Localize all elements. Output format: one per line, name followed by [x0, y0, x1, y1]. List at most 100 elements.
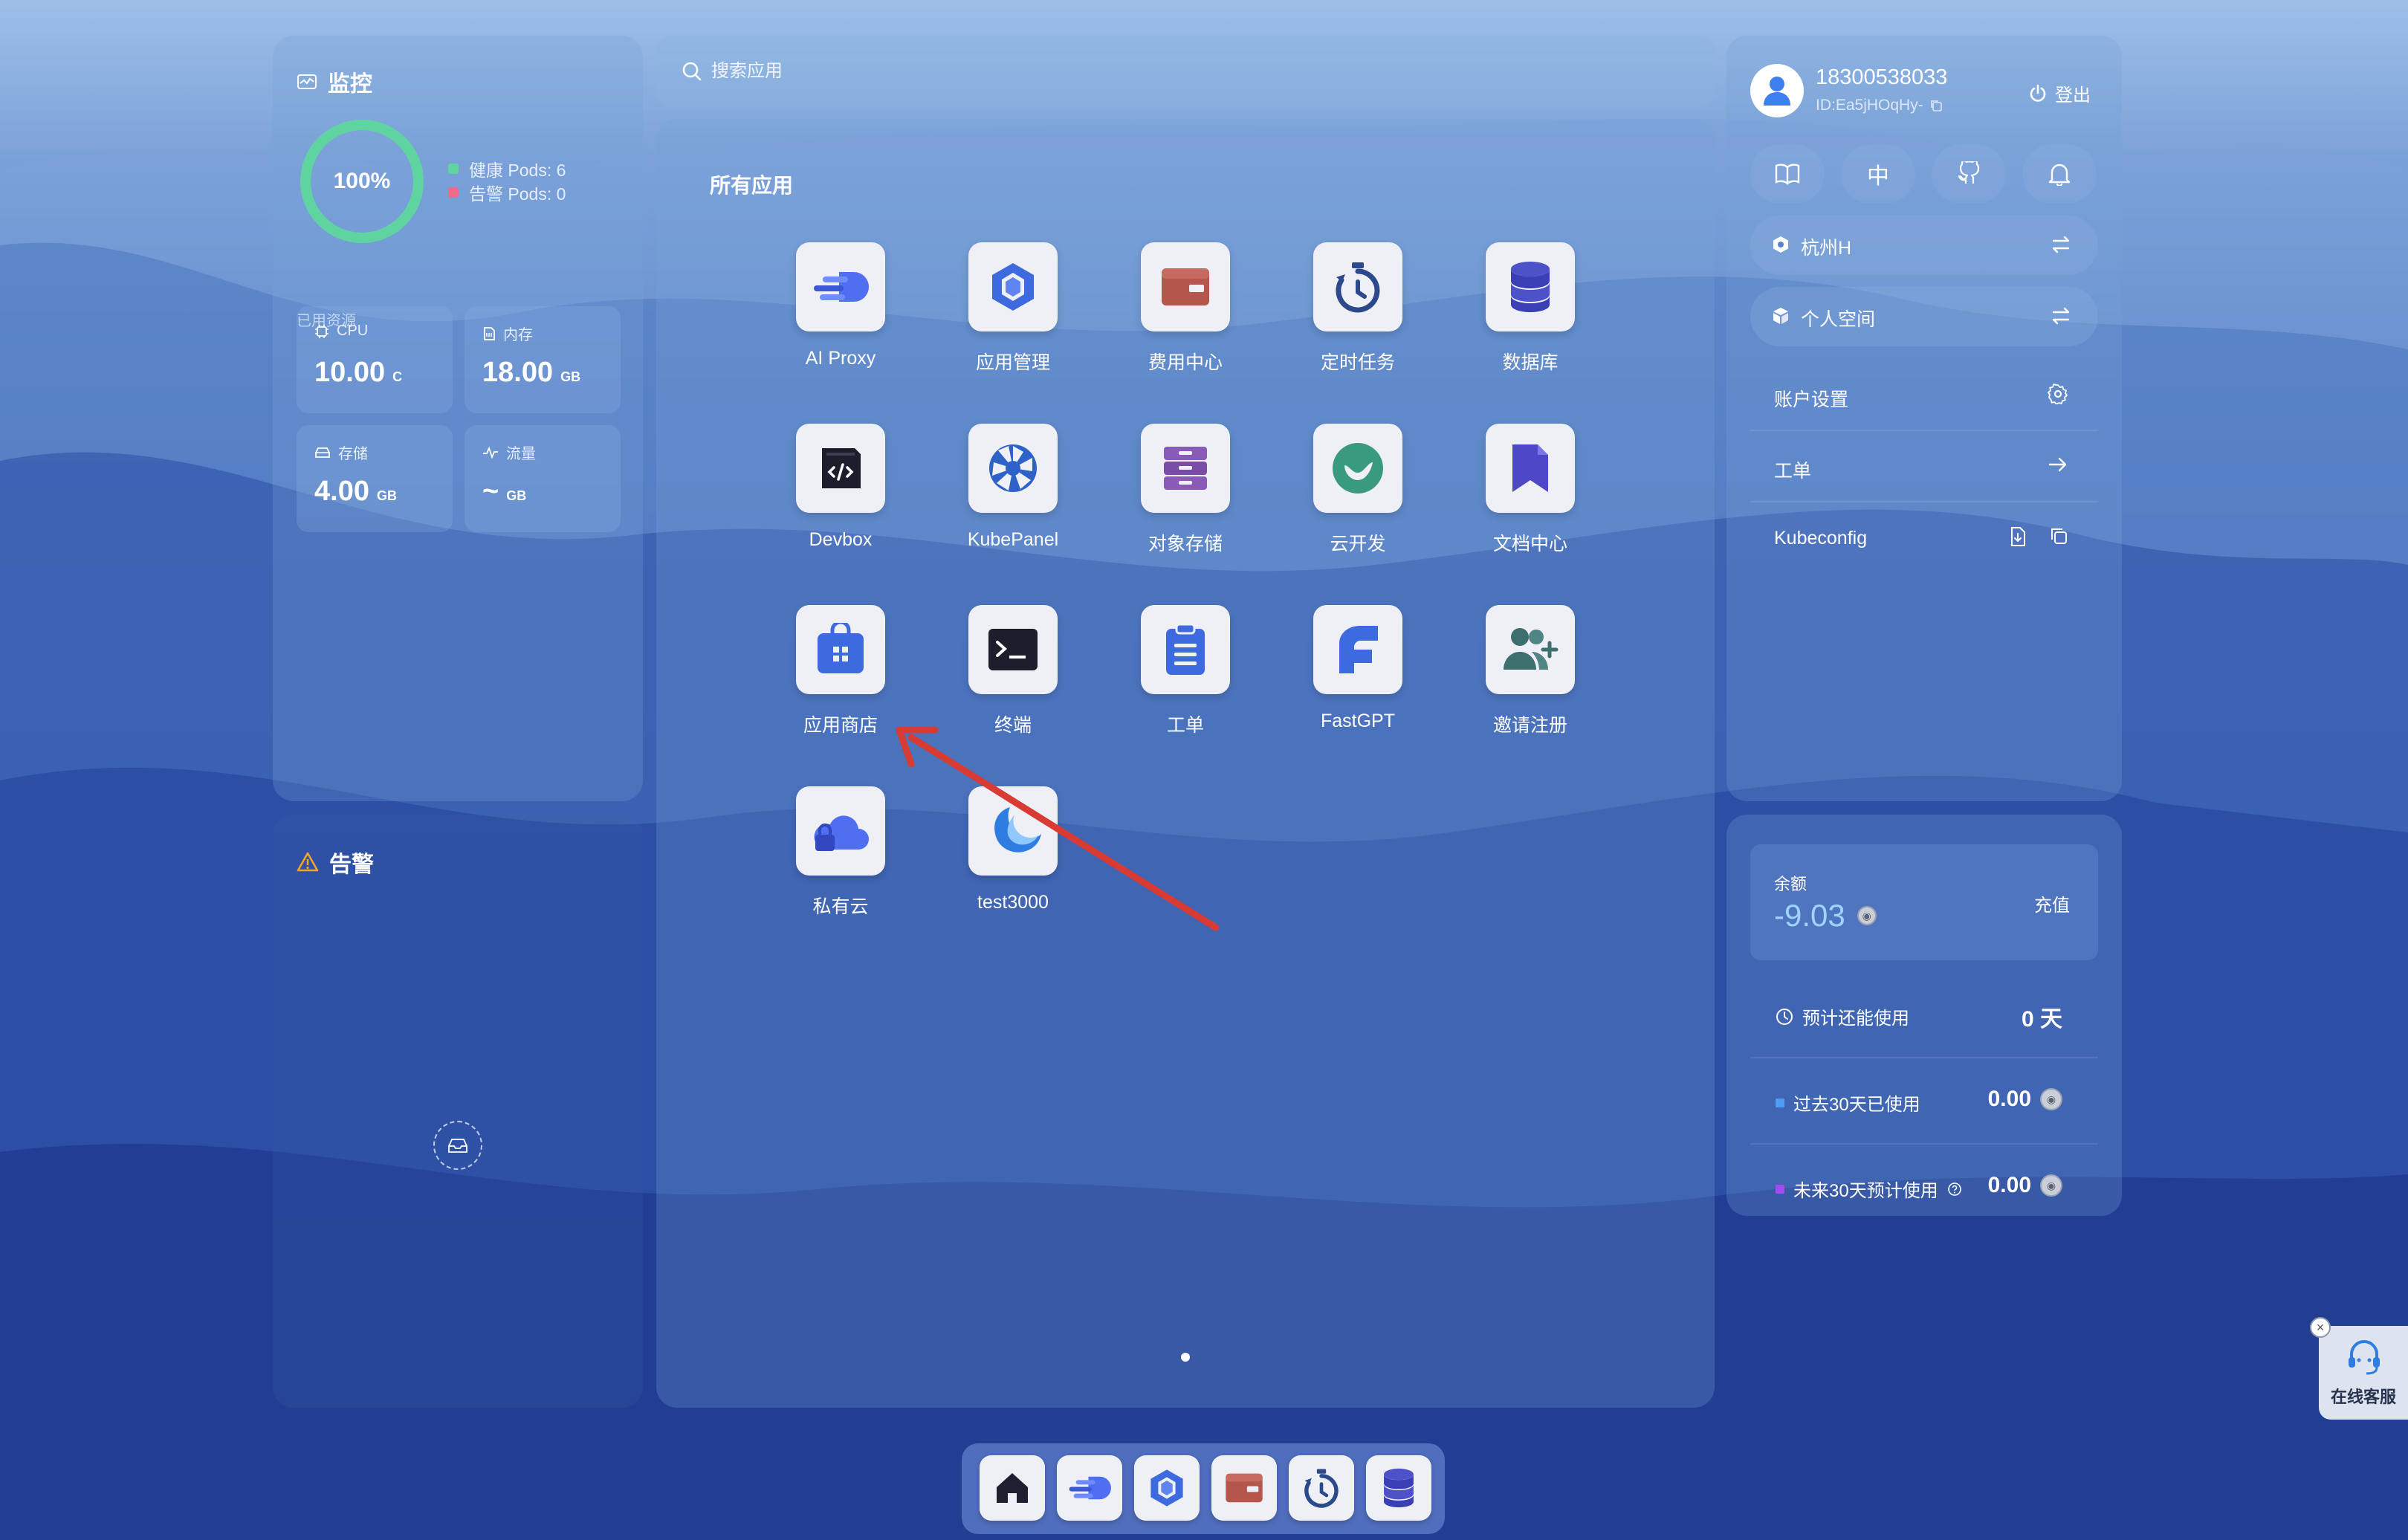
app-store-icon: [796, 605, 885, 694]
monitor-title: 监控: [297, 65, 372, 98]
online-support-button[interactable]: 在线客服: [2319, 1326, 2408, 1420]
app-cloud-dev[interactable]: 云开发: [1272, 424, 1444, 587]
app-devbox[interactable]: Devbox: [754, 424, 927, 587]
private-cloud-icon: [796, 786, 885, 876]
healthy-dot: [448, 164, 459, 174]
docs-icon: [1486, 424, 1575, 513]
balance-card: 余额 -9.03 ◉ 充值: [1750, 844, 2098, 960]
switch-icon: [2051, 306, 2071, 326]
alert-dot: [448, 187, 459, 198]
user-panel: 18300538033 ID:Ea5jHOqHy- 登出 中 杭州H 个人空间 …: [1726, 36, 2122, 801]
kubeconfig-row: Kubeconfig: [1750, 502, 2098, 574]
power-icon: [2028, 84, 2048, 103]
app-terminal[interactable]: 终端: [927, 605, 1099, 769]
book-icon: [1775, 163, 1800, 185]
devbox-icon: [796, 424, 885, 513]
app-manage-icon: [1147, 1468, 1187, 1508]
legend-alert: 告警 Pods: 0: [448, 180, 566, 205]
future-usage-row: 未来30天预计使用 0.00 ◉: [1750, 1145, 2098, 1231]
switch-icon: [2051, 235, 2071, 254]
dock-cost-center[interactable]: [1211, 1455, 1277, 1521]
storage-icon: [314, 446, 331, 459]
coin-icon: ◉: [2040, 1174, 2062, 1197]
dock-database[interactable]: [1366, 1455, 1431, 1521]
app-kubepanel[interactable]: KubePanel: [927, 424, 1099, 587]
help-icon[interactable]: [1947, 1182, 1962, 1197]
fastgpt-icon: [1313, 605, 1402, 694]
search-bar[interactable]: [656, 36, 1715, 107]
app-ticket[interactable]: 工单: [1099, 605, 1272, 769]
dock-app-manage[interactable]: [1134, 1455, 1200, 1521]
app-app-store[interactable]: 应用商店: [754, 605, 927, 769]
health-percent: 100%: [333, 169, 391, 193]
app-fastgpt[interactable]: FastGPT: [1272, 605, 1444, 769]
ticket-row[interactable]: 工单: [1750, 431, 2098, 502]
docs-button[interactable]: [1750, 144, 1825, 204]
github-button[interactable]: [1932, 144, 2006, 204]
timer-icon: [1313, 242, 1402, 331]
ai-proxy-icon: [1066, 1475, 1113, 1501]
cube-icon: [1771, 306, 1790, 326]
ai-proxy-icon: [796, 242, 885, 331]
legend-healthy: 健康 Pods: 6: [448, 156, 566, 181]
memory-icon: [482, 326, 496, 341]
resource-card-traffic: 流量 ~ GB: [465, 425, 621, 532]
copy-icon[interactable]: [2049, 526, 2068, 546]
resource-card-memory: 内存 18.00 GB: [465, 306, 621, 413]
user-id: ID:Ea5jHOqHy-: [1816, 97, 1943, 114]
traffic-icon: [482, 445, 499, 459]
remaining-days-row: 预计还能使用 0 天: [1750, 972, 2098, 1058]
wallet-icon: [1141, 242, 1230, 331]
object-storage-icon: [1141, 424, 1230, 513]
app-cron-jobs[interactable]: 定时任务: [1272, 242, 1444, 406]
monitor-panel: 监控 100% 健康 Pods: 6 告警 Pods: 0 已用资源 CPU 1…: [273, 36, 643, 801]
dock-home[interactable]: [980, 1455, 1045, 1521]
copy-icon[interactable]: [1929, 99, 1943, 112]
warning-icon: [297, 852, 319, 873]
region-switcher[interactable]: 杭州H: [1750, 216, 2098, 275]
home-icon: [994, 1469, 1031, 1507]
recharge-button[interactable]: 充值: [2034, 890, 2070, 916]
dock: [962, 1443, 1445, 1534]
search-input[interactable]: [711, 55, 1677, 88]
app-docs-center[interactable]: 文档中心: [1444, 424, 1616, 587]
user-phone: 18300538033: [1816, 65, 1948, 89]
app-invite[interactable]: 邀请注册: [1444, 605, 1616, 769]
support-close-icon[interactable]: ×: [2310, 1317, 2331, 1338]
logout-button[interactable]: 登出: [2028, 80, 2091, 106]
balance-label: 余额: [1774, 875, 1807, 893]
test3000-icon: [968, 786, 1058, 876]
app-test3000[interactable]: test3000: [927, 786, 1099, 950]
balance-value: -9.03 ◉: [1774, 898, 1877, 934]
past-usage-row: 过去30天已使用 0.00 ◉: [1750, 1058, 2098, 1145]
app-app-manage[interactable]: 应用管理: [927, 242, 1099, 406]
alerts-title: 告警: [297, 846, 374, 879]
region-icon: [1771, 235, 1790, 254]
app-database[interactable]: 数据库: [1444, 242, 1616, 406]
clock-icon: [1776, 1008, 1793, 1026]
resource-card-storage: 存储 4.00 GB: [297, 425, 453, 532]
avatar[interactable]: [1750, 64, 1804, 117]
app-object-storage[interactable]: 对象存储: [1099, 424, 1272, 587]
empty-inbox-icon: [433, 1121, 482, 1170]
kubepanel-icon: [968, 424, 1058, 513]
app-ai-proxy[interactable]: AI Proxy: [754, 242, 927, 406]
page-indicator[interactable]: [1181, 1353, 1190, 1362]
bell-icon: [2048, 162, 2071, 186]
workspace-switcher[interactable]: 个人空间: [1750, 287, 2098, 346]
dock-ai-proxy[interactable]: [1057, 1455, 1122, 1521]
apps-panel: 所有应用 AI Proxy 应用管理 费用中心 定时任务 数据库 Devbox …: [656, 119, 1715, 1408]
github-icon: [1956, 161, 1981, 187]
app-private-cloud[interactable]: 私有云: [754, 786, 927, 950]
coin-icon: ◉: [2040, 1088, 2062, 1110]
language-button[interactable]: 中: [1841, 144, 1915, 204]
app-cost-center[interactable]: 费用中心: [1099, 242, 1272, 406]
coin-icon: ◉: [1857, 906, 1877, 925]
dock-cron-jobs[interactable]: [1289, 1455, 1354, 1521]
notification-button[interactable]: [2022, 144, 2097, 204]
arrow-right-icon: [2048, 455, 2068, 474]
account-settings-row[interactable]: 账户设置: [1750, 360, 2098, 431]
headset-icon: [2347, 1339, 2381, 1376]
download-icon[interactable]: [2009, 526, 2027, 547]
invite-icon: [1486, 605, 1575, 694]
